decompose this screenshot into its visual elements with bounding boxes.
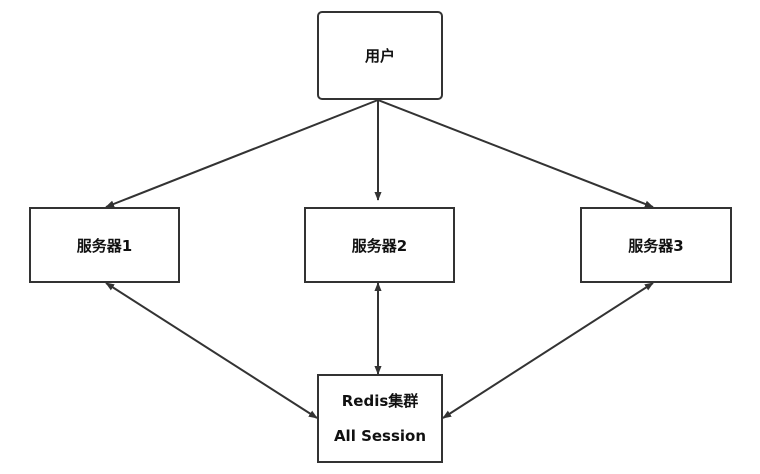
server-1-label: 服务器1 (76, 236, 133, 255)
connector-user-to-server3 (377, 99, 654, 208)
server-2-node: 服务器2 (304, 207, 455, 283)
connector-server1-to-redis (105, 282, 318, 419)
connector-server3-to-redis (442, 282, 654, 419)
redis-cluster-title: Redis集群 (341, 392, 419, 411)
server-1-node: 服务器1 (29, 207, 180, 283)
server-2-label: 服务器2 (351, 236, 408, 255)
user-node-label: 用户 (364, 47, 395, 65)
redis-cluster-node: Redis集群 All Session (317, 374, 443, 463)
diagram-canvas: 用户 服务器1 服务器2 服务器3 Redis集群 All Session (0, 0, 760, 474)
server-3-node: 服务器3 (580, 207, 732, 283)
redis-cluster-subtitle: All Session (333, 426, 427, 445)
user-node: 用户 (317, 11, 443, 100)
connector-user-to-server1 (105, 99, 379, 208)
server-3-label: 服务器3 (628, 236, 684, 255)
